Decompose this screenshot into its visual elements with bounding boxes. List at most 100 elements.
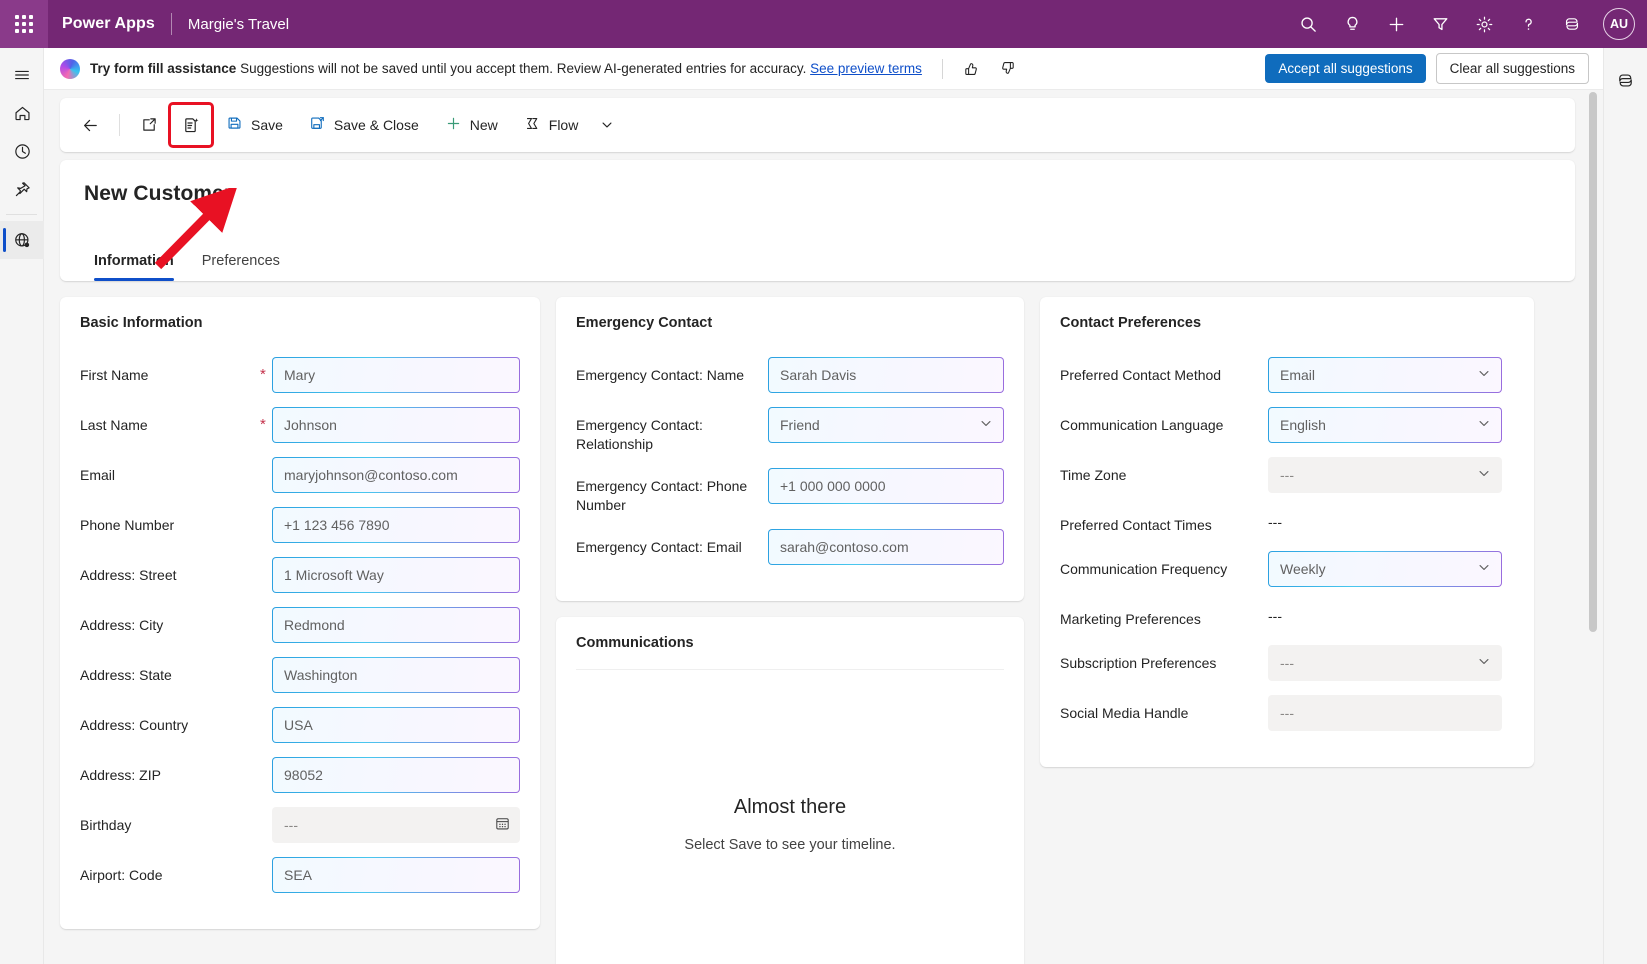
field-value-emergency-contact-phone-number: +1 000 000 0000: [780, 478, 886, 494]
accept-all-suggestions-button[interactable]: Accept all suggestions: [1265, 54, 1425, 83]
field-row-emergency-contact-relationship: Emergency Contact: RelationshipFriend: [576, 407, 1004, 454]
input-emergency-contact-name[interactable]: Sarah Davis: [768, 357, 1004, 393]
select-time-zone[interactable]: ---: [1268, 457, 1502, 493]
chevron-down-icon[interactable]: [593, 109, 621, 141]
banner-message: Try form fill assistance Suggestions wil…: [90, 61, 922, 76]
field-control-first-name: Mary: [272, 357, 520, 393]
gear-icon[interactable]: [1463, 0, 1505, 48]
chevron-down-icon: [1477, 417, 1491, 434]
input-emergency-contact-email[interactable]: sarah@contoso.com: [768, 529, 1004, 565]
input-social-media-handle[interactable]: ---: [1268, 695, 1502, 731]
field-row-airport-code: Airport: CodeSEA: [80, 857, 520, 893]
input-first-name[interactable]: Mary: [272, 357, 520, 393]
copilot-icon[interactable]: [1551, 0, 1593, 48]
field-row-address-state: Address: StateWashington: [80, 657, 520, 693]
plus-icon[interactable]: [1375, 0, 1417, 48]
clear-all-suggestions-button[interactable]: Clear all suggestions: [1436, 53, 1589, 84]
copilot-icon[interactable]: [1608, 62, 1644, 98]
app-name[interactable]: Margie's Travel: [188, 16, 289, 33]
save-and-close-button[interactable]: Save & Close: [298, 108, 430, 142]
field-row-communication-language: Communication Language English: [1060, 407, 1514, 443]
field-label-address-country: Address: Country: [80, 707, 260, 735]
input-address-country[interactable]: USA: [272, 707, 520, 743]
help-icon[interactable]: [1507, 0, 1549, 48]
select-emergency-contact-relationship[interactable]: Friend: [768, 407, 1004, 443]
required-spacer: [756, 357, 768, 366]
search-icon[interactable]: [1287, 0, 1329, 48]
field-value-address-state: Washington: [284, 667, 357, 683]
field-label-address-city: Address: City: [80, 607, 260, 635]
input-address-zip[interactable]: 98052: [272, 757, 520, 793]
field-value-birthday: ---: [284, 817, 298, 833]
sidebar-item-home[interactable]: [0, 94, 44, 132]
new-label: New: [470, 117, 498, 133]
sidebar-item-pinned[interactable]: [0, 170, 44, 208]
hamburger-menu-icon[interactable]: [0, 56, 44, 94]
field-control-address-street: 1 Microsoft Way: [272, 557, 520, 593]
field-value-email: maryjohnson@contoso.com: [284, 467, 458, 483]
field-control-emergency-contact-email: sarah@contoso.com: [768, 529, 1004, 565]
field-value-last-name: Johnson: [284, 417, 337, 433]
field-label-subscription-preferences: Subscription Preferences: [1060, 645, 1256, 673]
open-in-new-window-button[interactable]: [131, 107, 167, 143]
input-airport-code[interactable]: SEA: [272, 857, 520, 893]
field-label-address-street: Address: Street: [80, 557, 260, 585]
tab-preferences[interactable]: Preferences: [192, 244, 290, 281]
app-launcher-button[interactable]: [0, 0, 48, 48]
preview-terms-link[interactable]: See preview terms: [810, 61, 922, 76]
form-fill-assistance-button[interactable]: [171, 105, 211, 145]
copilot-sparkle-icon: [60, 59, 80, 79]
field-control-emergency-contact-name: Sarah Davis: [768, 357, 1004, 393]
back-button[interactable]: [72, 107, 108, 143]
new-button[interactable]: New: [434, 108, 509, 142]
field-value-social-media-handle: ---: [1280, 705, 1294, 721]
select-subscription-preferences[interactable]: ---: [1268, 645, 1502, 681]
select-communication-language[interactable]: English: [1268, 407, 1502, 443]
field-value-preferred-contact-times: ---: [1268, 514, 1282, 530]
field-row-email: Emailmaryjohnson@contoso.com: [80, 457, 520, 493]
command-bar: Save Save & Close: [60, 98, 1575, 152]
form-scroll-area[interactable]: Save Save & Close: [44, 90, 1603, 964]
date-input-birthday[interactable]: ---: [272, 807, 520, 843]
field-label-emergency-contact-email: Emergency Contact: Email: [576, 529, 756, 557]
select-communication-frequency[interactable]: Weekly: [1268, 551, 1502, 587]
field-control-preferred-contact-method: Email: [1268, 357, 1502, 393]
sidebar-item-recent[interactable]: [0, 132, 44, 170]
field-value-address-country: USA: [284, 717, 313, 733]
contact-preferences-title: Contact Preferences: [1060, 315, 1514, 331]
input-address-state[interactable]: Washington: [272, 657, 520, 693]
brand-name[interactable]: Power Apps: [48, 15, 155, 33]
form-columns: Basic Information First Name*MaryLast Na…: [60, 297, 1575, 964]
vertical-scrollbar[interactable]: [1589, 92, 1597, 792]
required-spacer: [260, 607, 272, 616]
input-emergency-contact-phone-number[interactable]: +1 000 000 0000: [768, 468, 1004, 504]
field-value-emergency-contact-name: Sarah Davis: [780, 367, 856, 383]
field-row-address-city: Address: City Redmond: [80, 607, 520, 643]
filter-icon[interactable]: [1419, 0, 1461, 48]
save-button[interactable]: Save: [215, 108, 294, 142]
thumbs-up-icon[interactable]: [959, 56, 985, 82]
input-phone-number[interactable]: +1 123 456 7890: [272, 507, 520, 543]
scrollbar-thumb[interactable]: [1589, 92, 1597, 632]
field-row-last-name: Last Name*Johnson: [80, 407, 520, 443]
field-row-preferred-contact-times: Preferred Contact Times---: [1060, 507, 1514, 537]
field-label-communication-language: Communication Language: [1060, 407, 1256, 435]
input-email[interactable]: maryjohnson@contoso.com: [272, 457, 520, 493]
banner-actions: Accept all suggestions Clear all suggest…: [1265, 53, 1589, 84]
input-last-name[interactable]: Johnson: [272, 407, 520, 443]
calendar-icon[interactable]: [494, 815, 511, 835]
thumbs-down-icon[interactable]: [995, 56, 1021, 82]
avatar[interactable]: AU: [1603, 8, 1635, 40]
flow-button[interactable]: Flow: [513, 108, 590, 142]
tab-information[interactable]: Information: [84, 244, 184, 281]
input-address-city[interactable]: Redmond: [272, 607, 520, 643]
input-address-street[interactable]: 1 Microsoft Way: [272, 557, 520, 593]
field-control-address-state: Washington: [272, 657, 520, 693]
sidebar-item-customers[interactable]: [0, 221, 44, 259]
required-spacer: [1256, 407, 1268, 416]
select-preferred-contact-method[interactable]: Email: [1268, 357, 1502, 393]
body: Try form fill assistance Suggestions wil…: [0, 48, 1647, 964]
lightbulb-icon[interactable]: [1331, 0, 1373, 48]
field-label-social-media-handle: Social Media Handle: [1060, 695, 1256, 723]
required-spacer: [260, 757, 272, 766]
